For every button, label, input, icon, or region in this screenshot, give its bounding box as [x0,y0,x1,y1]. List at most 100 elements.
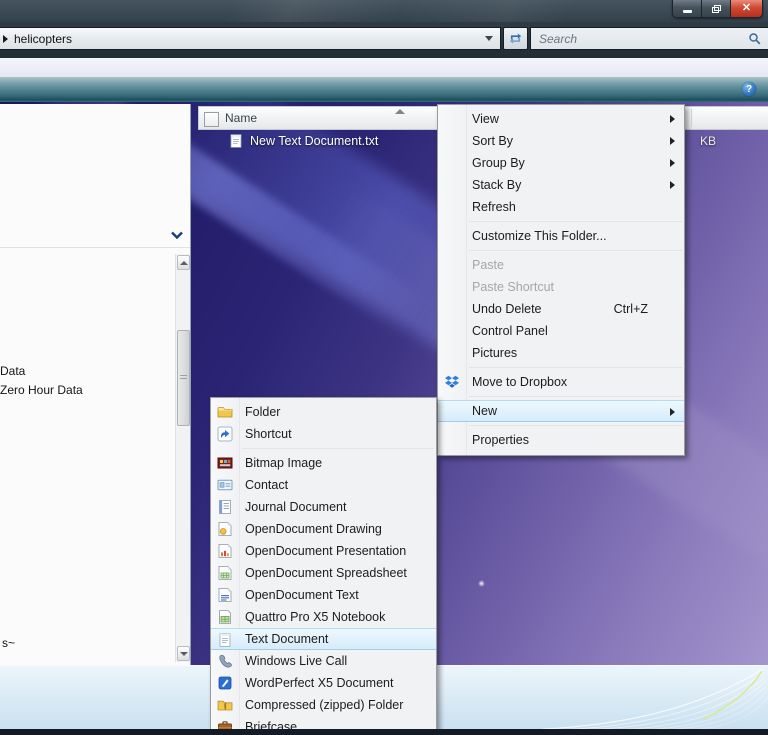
menu-item-label: Text Document [245,632,329,646]
menu-item-opendocument-drawing[interactable]: OpenDocument Drawing [211,518,436,540]
chevron-down-icon[interactable] [170,231,184,240]
left-window-divider [0,247,190,248]
menu-item-bitmap-image[interactable]: Bitmap Image [211,452,436,474]
menu-item-move-to-dropbox[interactable]: Move to Dropbox [438,371,684,393]
scroll-up-button[interactable] [177,255,190,270]
menu-item-label: OpenDocument Drawing [245,522,382,536]
menu-item-stack-by[interactable]: Stack By [438,174,684,196]
restore-button[interactable] [702,0,731,17]
menu-item-folder[interactable]: Folder [211,401,436,423]
address-bar[interactable]: helicopters [0,27,501,50]
menu-item-label: Group By [472,156,525,170]
scrollbar-grip [180,375,187,381]
column-separator[interactable] [691,109,692,127]
refresh-icon [509,33,522,44]
menu-item-label: Windows Live Call [245,654,348,668]
menu-item-group-by[interactable]: Group By [438,152,684,174]
wordperfect-icon [217,675,233,691]
search-input[interactable]: Search [530,27,768,50]
menu-item-opendocument-spreadsheet[interactable]: OpenDocument Spreadsheet [211,562,436,584]
menu-item-label: Quattro Pro X5 Notebook [245,610,386,624]
menu-item-label: Paste [472,258,504,272]
menu-item-label: Journal Document [245,500,347,514]
journal-document-icon [217,499,233,515]
zip-folder-icon [217,697,233,713]
scroll-down-button[interactable] [177,646,190,661]
scrollbar-thumb[interactable] [177,330,190,426]
name-column-header[interactable]: Name [225,111,257,125]
menu-separator [242,448,434,449]
menu-item-label: Bitmap Image [245,456,323,470]
file-size-fragment: KB [700,134,717,148]
wallpaper-sparkle [478,580,485,587]
list-item[interactable]: Data [0,362,170,381]
menu-item-control-panel[interactable]: Control Panel [438,320,684,342]
menu-item-label: Pictures [472,346,518,360]
menu-item-paste: Paste [438,254,684,276]
submenu-arrow-icon [670,137,675,145]
menu-item-label: Move to Dropbox [472,375,568,389]
menu-separator [469,396,682,397]
menu-item-windows-live-call[interactable]: Windows Live Call [211,650,436,672]
menu-item-quattro-pro-x5-notebook[interactable]: Quattro Pro X5 Notebook [211,606,436,628]
select-all-checkbox[interactable] [204,112,219,127]
opendocument-presentation-icon [217,543,233,559]
menu-item-undo-delete[interactable]: Undo Delete Ctrl+Z [438,298,684,320]
minimize-icon [682,10,692,13]
menu-item-label: Paste Shortcut [472,280,554,294]
menu-item-shortcut: Ctrl+Z [613,302,648,316]
context-menu: View Sort By Group By Stack By Refresh Custom… [437,104,685,456]
new-submenu: Folder Shortcut Bitmap Image Contact Journal… [210,397,437,735]
menu-item-paste-shortcut: Paste Shortcut [438,276,684,298]
breadcrumb-arrow-icon[interactable] [3,34,8,43]
text-document-icon [228,133,244,149]
menu-item-label: OpenDocument Text [245,588,359,602]
menu-item-sort-by[interactable]: Sort By [438,130,684,152]
content-area: Name New Text Document.txt KB Data Zero H… [0,102,768,735]
sort-ascending-icon[interactable] [395,109,405,114]
refresh-button[interactable] [503,27,528,50]
menu-separator [469,425,682,426]
explorer-window: ✕ helicopters Search ? Name New Text Doc… [0,0,768,735]
caption-button-group: ✕ [672,0,763,18]
menu-item-opendocument-text[interactable]: OpenDocument Text [211,584,436,606]
windows-live-call-icon [217,653,233,669]
menu-item-label: Control Panel [472,324,548,338]
bitmap-image-icon [217,455,233,471]
menu-item-label: Customize This Folder... [472,229,607,243]
menu-item-refresh[interactable]: Refresh [438,196,684,218]
vista-swirl-graphic [542,668,768,731]
menu-item-view[interactable]: View [438,108,684,130]
menu-item-label: OpenDocument Spreadsheet [245,566,407,580]
opendocument-text-icon [217,587,233,603]
menu-item-new[interactable]: New [438,400,684,422]
list-item[interactable]: Zero Hour Data [0,381,170,400]
menu-item-label: Sort By [472,134,513,148]
menu-item-compressed-zipped-folder[interactable]: Compressed (zipped) Folder [211,694,436,716]
menu-item-contact[interactable]: Contact [211,474,436,496]
menu-item-properties[interactable]: Properties [438,429,684,451]
submenu-arrow-icon [670,408,675,416]
address-dropdown-icon[interactable] [485,36,493,41]
menu-item-customize-this-folder[interactable]: Customize This Folder... [438,225,684,247]
minimize-button[interactable] [673,0,702,17]
menu-item-journal-document[interactable]: Journal Document [211,496,436,518]
search-icon[interactable] [748,32,762,46]
menu-item-text-document[interactable]: Text Document [211,628,436,650]
opendocument-spreadsheet-icon [217,565,233,581]
menu-item-wordperfect-x5-document[interactable]: WordPerfect X5 Document [211,672,436,694]
menu-separator [469,250,682,251]
screen-bottom-strip [0,729,768,735]
menu-item-shortcut[interactable]: Shortcut [211,423,436,445]
menu-item-label: Contact [245,478,289,492]
help-button[interactable]: ? [742,82,756,96]
breadcrumb-path[interactable]: helicopters [14,32,72,46]
menu-item-opendocument-presentation[interactable]: OpenDocument Presentation [211,540,436,562]
file-name: New Text Document.txt [250,134,379,148]
menu-item-label: Refresh [472,200,516,214]
shortcut-icon [217,426,233,442]
menu-separator [469,221,682,222]
close-button[interactable]: ✕ [731,0,762,17]
menu-item-pictures[interactable]: Pictures [438,342,684,364]
vertical-scrollbar[interactable] [175,254,190,662]
